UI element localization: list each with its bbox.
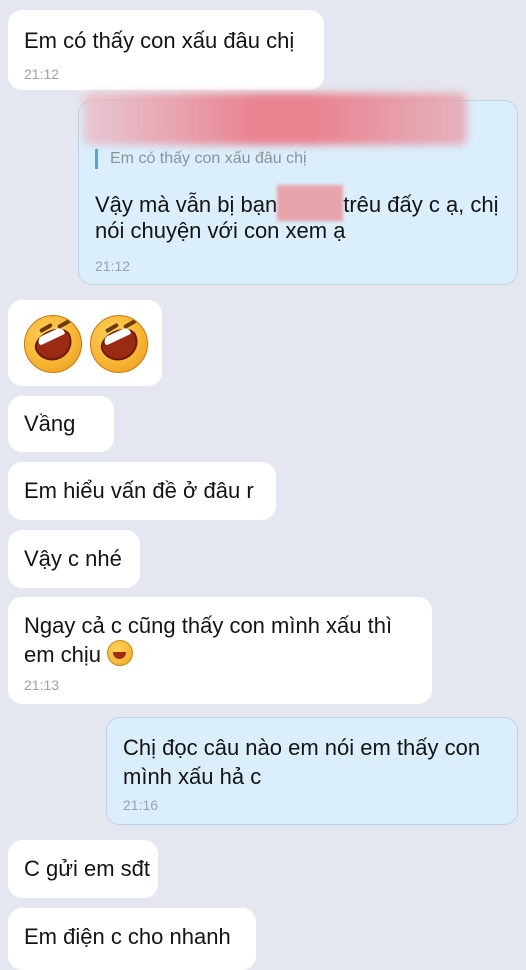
- outgoing-reply-bubble[interactable]: Em có thấy con xấu đâu chị Vậy mà vẫn bị…: [78, 93, 518, 285]
- outgoing-message-bubble[interactable]: Chị đọc câu nào em nói em thấy con mình …: [106, 717, 518, 825]
- incoming-message-bubble[interactable]: Em điện c cho nhanh: [8, 908, 256, 970]
- message-text-line-1: Ngay cả c cũng thấy con mình xấu thì: [24, 613, 393, 638]
- message-text-line-1: Chị đọc câu nào em nói em thấy con: [123, 735, 481, 760]
- message-text-part: trêu đấy c ạ, chị: [343, 192, 499, 217]
- message-time: 21:12: [24, 66, 60, 82]
- incoming-message-bubble[interactable]: Ngay cả c cũng thấy con mình xấu thì em …: [8, 597, 432, 704]
- incoming-message-bubble[interactable]: C gửi em sđt: [8, 840, 158, 898]
- incoming-emoji-bubble[interactable]: [8, 300, 162, 386]
- grinning-face-icon: [107, 640, 134, 666]
- incoming-message-bubble[interactable]: Em có thấy con xấu đâu chị 21:12: [8, 10, 324, 90]
- message-time: 21:16: [123, 797, 159, 813]
- message-text-line-2: mình xấu hả c: [123, 764, 262, 789]
- message-text: Em hiểu vấn đề ở đâu r: [24, 478, 254, 503]
- message-text-part: em chịu: [24, 642, 102, 667]
- quoted-text: Em có thấy con xấu đâu chị: [110, 150, 307, 167]
- laughing-crying-face-icon: [24, 315, 82, 373]
- message-text: C gửi em sđt: [24, 856, 150, 881]
- message-time: 21:13: [24, 677, 60, 693]
- incoming-message-bubble[interactable]: Em hiểu vấn đề ở đâu r: [8, 462, 276, 520]
- message-text-part: Vậy mà vẫn bị bạn: [95, 192, 278, 217]
- message-time: 21:12: [95, 258, 131, 274]
- redacted-sender-name: [83, 93, 467, 145]
- message-text: Vầng: [24, 411, 76, 436]
- laughing-crying-face-icon: [90, 315, 148, 373]
- message-text-line-2: em chịu: [24, 639, 134, 670]
- message-text-line-2: nói chuyện với con xem ạ: [95, 218, 346, 243]
- incoming-message-bubble[interactable]: Vầng: [8, 396, 114, 452]
- message-text: Em điện c cho nhanh: [24, 924, 231, 949]
- message-text: Vậy c nhé: [24, 546, 122, 571]
- message-text: Em có thấy con xấu đâu chị: [24, 28, 295, 53]
- quoted-message[interactable]: Em có thấy con xấu đâu chị: [95, 149, 307, 169]
- incoming-message-bubble[interactable]: Vậy c nhé: [8, 530, 140, 588]
